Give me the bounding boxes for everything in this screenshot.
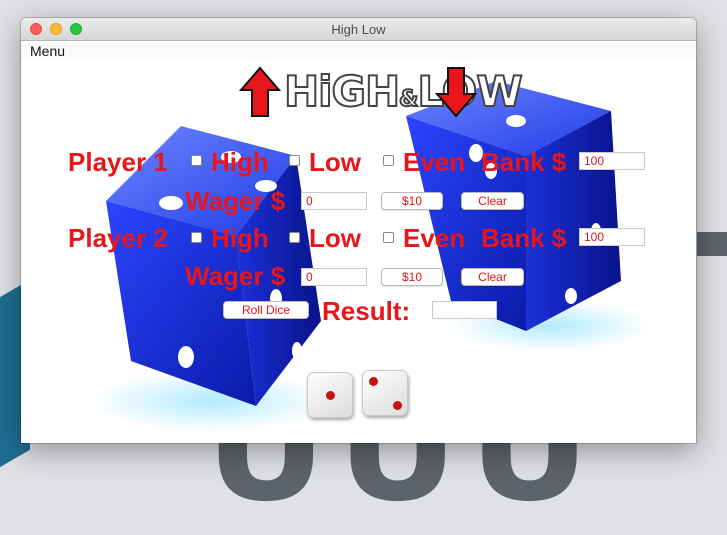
player1-even-checkbox[interactable] xyxy=(383,155,394,166)
die-2 xyxy=(362,370,408,416)
player2-wager-field[interactable]: 0 xyxy=(301,268,367,286)
player2-clear-button[interactable]: Clear xyxy=(461,268,524,286)
wallpaper-bar xyxy=(697,232,727,256)
player2-add-10-button[interactable]: $10 xyxy=(381,268,443,286)
player1-bank-label: Bank $ xyxy=(481,147,567,177)
window-title: High Low xyxy=(331,22,386,37)
player2-low-label: Low xyxy=(309,223,361,253)
die-1 xyxy=(307,372,353,418)
player1-wager-label: Wager $ xyxy=(185,186,286,216)
player2-high-label: High xyxy=(211,223,269,253)
player2-even-label: Even xyxy=(403,223,466,253)
die-pip xyxy=(326,391,335,400)
arrow-up-icon xyxy=(239,66,281,117)
die-pip xyxy=(393,401,402,410)
player2-even-checkbox[interactable] xyxy=(383,232,394,243)
result-label: Result: xyxy=(322,296,411,326)
player1-bank-field[interactable]: 100 xyxy=(579,152,645,170)
player2-bank-field[interactable]: 100 xyxy=(579,228,645,246)
player1-high-checkbox[interactable] xyxy=(191,155,202,166)
player2-low-checkbox[interactable] xyxy=(289,232,300,243)
title-bar[interactable]: High Low xyxy=(21,18,696,41)
arrow-down-icon xyxy=(435,67,477,118)
menu-bar: Menu xyxy=(21,41,696,62)
result-field xyxy=(432,301,497,319)
die-pip xyxy=(369,377,378,386)
player1-label: Player 1 xyxy=(68,147,168,177)
roll-dice-button[interactable]: Roll Dice xyxy=(223,301,309,319)
player2-bank-label: Bank $ xyxy=(481,223,567,253)
player1-wager-field[interactable]: 0 xyxy=(301,192,367,210)
player2-label: Player 2 xyxy=(68,223,168,253)
player1-clear-button[interactable]: Clear xyxy=(461,192,524,210)
app-window: High Low Menu HiGH&LOW Player 1 High Low… xyxy=(21,18,696,443)
logo: HiGH&LOW xyxy=(283,66,524,117)
player1-low-label: Low xyxy=(309,147,361,177)
player1-low-checkbox[interactable] xyxy=(289,155,300,166)
player2-wager-label: Wager $ xyxy=(185,261,286,291)
game-panel: HiGH&LOW Player 1 High Low Even Bank $ 1… xyxy=(21,61,696,443)
menu-item-menu[interactable]: Menu xyxy=(30,43,65,59)
player2-high-checkbox[interactable] xyxy=(191,232,202,243)
player1-high-label: High xyxy=(211,147,269,177)
player1-add-10-button[interactable]: $10 xyxy=(381,192,443,210)
player1-even-label: Even xyxy=(403,147,466,177)
